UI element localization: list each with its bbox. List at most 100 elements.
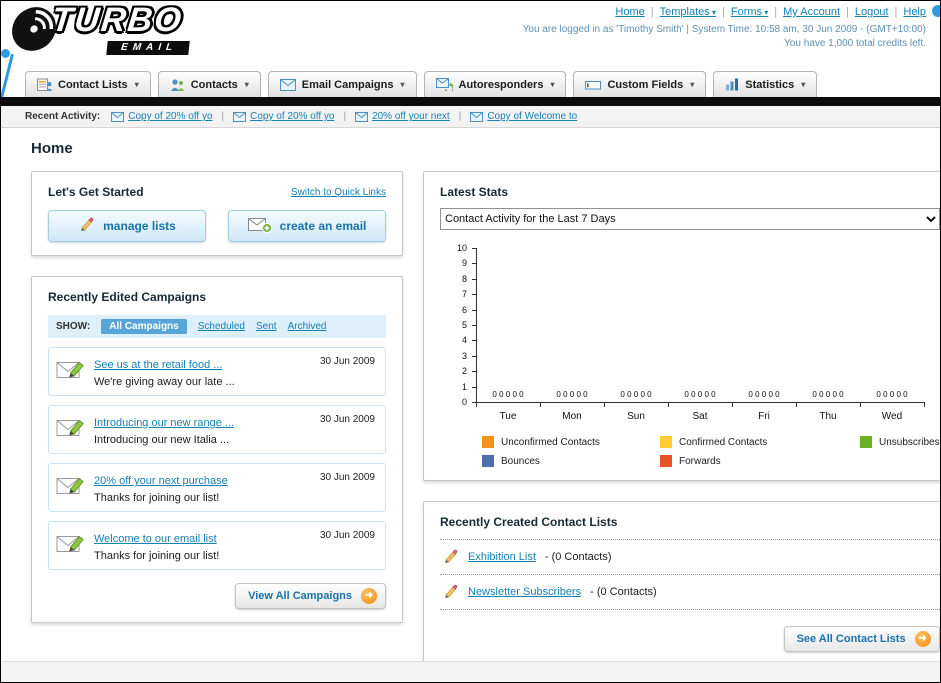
link-separator: | <box>894 6 898 18</box>
chart-x-tick-label: Fri <box>758 411 770 422</box>
chart-x-tick <box>540 402 541 407</box>
contacts-icon <box>170 78 185 91</box>
campaign-list: See us at the retail food ... We're givin… <box>48 347 386 570</box>
nav-tab-contacts[interactable]: Contacts ▾ <box>157 71 261 97</box>
contact-list-row: Newsletter Subscribers - (0 Contacts) <box>440 575 940 610</box>
campaign-filter-bar: SHOW: All Campaigns Scheduled Sent Archived <box>48 315 386 338</box>
chevron-down-icon: ▾ <box>400 80 405 89</box>
email-campaigns-icon <box>279 78 296 91</box>
chart-value-labels: 0 0 0 0 0 <box>748 390 780 399</box>
campaign-title-link[interactable]: Welcome to our email list <box>94 533 217 545</box>
legend-swatch <box>660 455 672 467</box>
view-all-campaigns-button[interactable]: View All Campaigns ➜ <box>235 583 386 609</box>
recent-activity-link[interactable]: Copy of Welcome to <box>487 111 577 122</box>
statistics-icon <box>725 78 739 91</box>
header-link-home[interactable]: Home <box>615 6 644 18</box>
legend-label: Unconfirmed Contacts <box>501 436 600 448</box>
header-link-forms[interactable]: Forms ▾ <box>731 6 768 18</box>
right-column: Latest Stats Contact Activity for the La… <box>423 171 940 661</box>
top-header: TURBO EMAIL Home | Templates ▾ | Forms ▾ | My … <box>1 1 940 111</box>
page-title: Home <box>31 140 73 157</box>
recent-activity-link[interactable]: Copy of 20% off yo <box>250 111 334 122</box>
nav-tab-email-campaigns[interactable]: Email Campaigns ▾ <box>267 71 417 97</box>
chart-y-axis <box>476 248 477 402</box>
header-link-my-account[interactable]: My Account <box>783 6 840 18</box>
header-link-help[interactable]: Help <box>903 6 926 18</box>
create-email-button[interactable]: create an email <box>228 210 386 242</box>
left-column: Let's Get Started Switch to Quick Links … <box>31 171 403 643</box>
chevron-down-icon: ▾ <box>244 80 249 89</box>
chart-value-labels: 0 0 0 0 0 <box>812 390 844 399</box>
campaign-text: Introducing our new range ... Introducing… <box>94 413 234 446</box>
nav-tab-autoresponders[interactable]: Autoresponders ▾ <box>423 71 567 97</box>
chart-y-tick-label: 7 <box>461 289 467 300</box>
chevron-down-icon: ▾ <box>134 80 139 89</box>
campaign-title-link[interactable]: See us at the retail food ... <box>94 359 222 371</box>
campaign-filter-tabs: All Campaigns Scheduled Sent Archived <box>101 319 326 334</box>
chart-x-tick <box>924 402 925 407</box>
nav-divider-bar <box>1 97 940 106</box>
recent-activity-link[interactable]: 20% off your next <box>372 111 450 122</box>
legend-swatch <box>860 436 872 448</box>
stats-legend: Unconfirmed Contacts Confirmed Contacts Un… <box>440 436 940 467</box>
link-separator: | <box>650 6 654 18</box>
pencil-icon <box>442 584 459 600</box>
chart-y-tick <box>472 340 476 342</box>
campaign-tab-archived[interactable]: Archived <box>288 321 327 332</box>
chart-x-tick-label: Sun <box>627 411 645 422</box>
main-nav: Contact Lists ▾ Contacts ▾ Email Campaigns ▾ A… <box>1 69 940 97</box>
recent-activity-bar: Recent Activity: Copy of 20% off yo | Copy… <box>1 106 940 128</box>
header-link-logout[interactable]: Logout <box>855 6 889 18</box>
chart-value-labels: 0 0 0 0 0 <box>876 390 908 399</box>
nav-tab-custom-fields[interactable]: Custom Fields ▾ <box>573 71 707 97</box>
chart-y-tick <box>472 325 476 326</box>
recent-campaigns-title: Recently Edited Campaigns <box>48 290 207 304</box>
manage-lists-button[interactable]: manage lists <box>48 210 206 242</box>
legend-item-forwards: Forwards <box>660 455 860 467</box>
corner-blue-dot <box>932 5 940 17</box>
chart-y-tick <box>472 355 476 357</box>
legend-label: Confirmed Contacts <box>679 436 768 448</box>
chart-x-tick <box>668 402 669 407</box>
stats-range-select[interactable]: Contact Activity for the Last 7 Days <box>440 208 940 230</box>
chart-x-tick-label: Thu <box>819 411 837 422</box>
recent-activity-item: Copy of Welcome to <box>470 111 577 122</box>
nav-tab-contact-lists[interactable]: Contact Lists ▾ <box>25 71 151 97</box>
contact-lists-icon <box>37 78 52 91</box>
link-separator: | <box>458 111 462 122</box>
chart-x-tick <box>732 402 733 407</box>
campaign-text: 20% off your next purchase Thanks for joi… <box>94 471 228 504</box>
campaign-title-link[interactable]: 20% off your next purchase <box>94 475 228 487</box>
latest-stats-title: Latest Stats <box>440 185 509 199</box>
chart-value-labels: 0 0 0 0 0 <box>620 390 652 399</box>
header-link-templates[interactable]: Templates ▾ <box>660 6 716 18</box>
link-separator: | <box>221 111 225 122</box>
chart-x-tick-label: Wed <box>881 411 903 422</box>
campaign-date: 30 Jun 2009 <box>319 356 375 367</box>
campaign-tab-sent[interactable]: Sent <box>256 321 277 332</box>
contact-list-link[interactable]: Exhibition List <box>468 551 536 563</box>
create-email-label: create an email <box>279 219 367 233</box>
logo-subtitle: EMAIL <box>106 41 190 55</box>
logo-blue-dot <box>1 49 10 58</box>
contact-list-link[interactable]: Newsletter Subscribers <box>468 586 581 598</box>
switch-quick-links-link[interactable]: Switch to Quick Links <box>291 187 386 198</box>
campaign-subtitle: Introducing our new Italia ... <box>94 434 230 446</box>
see-all-contact-lists-label: See All Contact Lists <box>796 633 906 645</box>
manage-lists-label: manage lists <box>103 219 176 233</box>
nav-tab-statistics[interactable]: Statistics ▾ <box>713 71 818 97</box>
see-all-contact-lists-button[interactable]: See All Contact Lists ➜ <box>783 626 940 652</box>
legend-item-unconfirmed-contacts: Unconfirmed Contacts <box>482 436 660 448</box>
show-label: SHOW: <box>56 321 91 332</box>
campaign-tab-scheduled[interactable]: Scheduled <box>198 321 245 332</box>
app-window: TURBO EMAIL Home | Templates ▾ | Forms ▾ | My … <box>0 0 941 683</box>
recent-activity-link[interactable]: Copy of 20% off yo <box>128 111 212 122</box>
campaign-title-link[interactable]: Introducing our new range ... <box>94 417 234 429</box>
link-separator: | <box>774 6 778 18</box>
legend-label: Forwards <box>679 455 721 467</box>
chevron-down-icon: ▾ <box>762 8 769 17</box>
stats-chart: 0 1 2 3 4 5 6 7 8 9 10 0 0 0 0 0 Tue 0 0 0 0 0 Mon 0 0 … <box>440 242 940 434</box>
latest-stats-panel: Latest Stats Contact Activity for the La… <box>423 171 940 481</box>
campaign-tab-all-campaigns[interactable]: All Campaigns <box>101 319 187 334</box>
campaign-subtitle: Thanks for joining our list! <box>94 550 220 562</box>
